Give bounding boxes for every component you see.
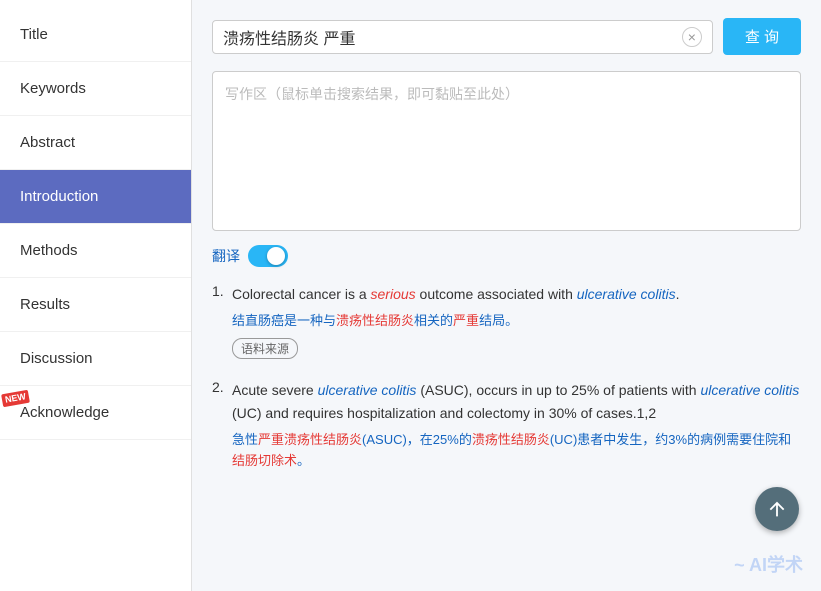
search-input-wrapper: × [212,20,713,54]
scroll-to-top-button[interactable] [755,487,799,531]
sidebar-item-abstract[interactable]: Abstract [0,116,191,170]
sidebar-item-title[interactable]: Title [0,8,191,62]
result-number: 1. [212,283,224,299]
writing-area[interactable]: 写作区（鼠标单击搜索结果，即可黏贴至此处） [212,71,801,231]
result-cn: 急性严重溃疡性结肠炎(ASUC)，在25%的溃疡性结肠炎(UC)患者中发生，约3… [232,430,801,472]
sidebar-item-results[interactable]: Results [0,278,191,332]
translate-label: 翻译 [212,246,240,266]
arrow-up-icon [766,498,788,520]
sidebar-item-discussion[interactable]: Discussion [0,332,191,386]
sidebar-item-label: Keywords [20,80,86,97]
search-input[interactable] [223,28,682,46]
sidebar-item-label: Introduction [20,188,98,205]
sidebar-item-methods[interactable]: Methods [0,224,191,278]
result-cn: 结直肠癌是一种与溃疡性结肠炎相关的严重结局。 [232,311,801,332]
sidebar-item-label: Title [20,26,48,43]
sidebar-item-keywords[interactable]: Keywords [0,62,191,116]
translate-row: 翻译 [212,245,801,267]
sidebar-item-label: Methods [20,242,78,259]
main-content: × 查 询 写作区（鼠标单击搜索结果，即可黏贴至此处） 翻译 1. Colorec… [192,0,821,591]
result-number: 2. [212,379,224,395]
sidebar-item-label: Discussion [20,350,93,367]
search-button[interactable]: 查 询 [723,18,801,55]
sidebar-item-introduction[interactable]: Introduction [0,170,191,224]
sidebar: Title Keywords Abstract Introduction Methods… [0,0,192,591]
result-item: 2. Acute severe ulcerative colitis (ASUC)… [212,379,801,472]
sidebar-item-label: Abstract [20,134,75,151]
watermark: ~ AI学术 [734,551,803,577]
result-en: Acute severe ulcerative colitis (ASUC), … [232,379,801,427]
sidebar-item-label: Acknowledge [20,404,109,421]
results-list: 1. Colorectal cancer is a serious outcome… [212,283,801,472]
result-en: Colorectal cancer is a serious outcome a… [232,283,801,307]
search-bar: × 查 询 [212,18,801,55]
translate-toggle[interactable] [248,245,288,267]
corpus-tag[interactable]: 语料来源 [232,338,298,359]
sidebar-item-acknowledge[interactable]: NEWAcknowledge [0,386,191,440]
sidebar-item-label: Results [20,296,70,313]
clear-button[interactable]: × [682,27,702,47]
result-item: 1. Colorectal cancer is a serious outcome… [212,283,801,359]
